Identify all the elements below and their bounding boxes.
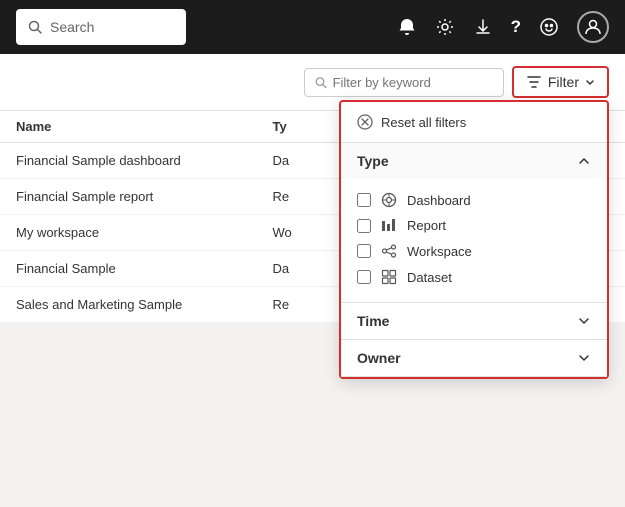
- report-checkbox[interactable]: [357, 219, 371, 233]
- search-box[interactable]: Search: [16, 9, 186, 45]
- filter-item-report[interactable]: Report: [357, 213, 591, 238]
- workspace-icon: [381, 243, 397, 259]
- row-name: Financial Sample report: [16, 189, 273, 204]
- row-name: Financial Sample dashboard: [16, 153, 273, 168]
- dashboard-checkbox[interactable]: [357, 193, 371, 207]
- dataset-checkbox[interactable]: [357, 270, 371, 284]
- keyword-input-field[interactable]: [333, 75, 493, 90]
- time-section-label: Time: [357, 313, 389, 329]
- type-chevron-up-icon: [577, 154, 591, 168]
- filter-item-dataset[interactable]: Dataset: [357, 264, 591, 290]
- smiley-icon[interactable]: [539, 17, 559, 37]
- dataset-label: Dataset: [407, 270, 452, 285]
- owner-section-label: Owner: [357, 350, 401, 366]
- filter-button-label: Filter: [548, 74, 579, 90]
- filter-panel: Reset all filters Type Dashboard: [339, 100, 609, 379]
- dashboard-label: Dashboard: [407, 193, 471, 208]
- reset-icon: [357, 114, 373, 130]
- workspace-label: Workspace: [407, 244, 472, 259]
- time-section-header[interactable]: Time: [341, 303, 607, 339]
- filter-section-time: Time: [341, 303, 607, 340]
- report-icon: [381, 219, 397, 233]
- workspace-checkbox[interactable]: [357, 244, 371, 258]
- filter-section-owner: Owner: [341, 340, 607, 377]
- filter-item-workspace[interactable]: Workspace: [357, 238, 591, 264]
- type-section-body: Dashboard Report: [341, 179, 607, 302]
- help-icon[interactable]: ?: [511, 17, 521, 37]
- row-name: My workspace: [16, 225, 273, 240]
- dashboard-icon: [381, 192, 397, 208]
- type-section-label: Type: [357, 153, 389, 169]
- avatar[interactable]: [577, 11, 609, 43]
- type-section-header[interactable]: Type: [341, 143, 607, 179]
- keyword-search-icon: [315, 76, 327, 89]
- search-icon: [28, 20, 42, 34]
- reset-filters-button[interactable]: Reset all filters: [341, 102, 607, 143]
- dataset-icon: [381, 269, 397, 285]
- row-name: Sales and Marketing Sample: [16, 297, 273, 312]
- topbar: Search ?: [0, 0, 625, 54]
- filter-button[interactable]: Filter: [512, 66, 609, 98]
- row-name: Financial Sample: [16, 261, 273, 276]
- filter-chevron-icon: [585, 77, 595, 87]
- search-text: Search: [50, 19, 94, 35]
- download-icon[interactable]: [473, 17, 493, 37]
- filter-section-type: Type Dashboard: [341, 143, 607, 303]
- owner-section-header[interactable]: Owner: [341, 340, 607, 376]
- report-label: Report: [407, 218, 446, 233]
- reset-label: Reset all filters: [381, 115, 466, 130]
- settings-icon[interactable]: [435, 17, 455, 37]
- keyword-filter-input[interactable]: [304, 68, 504, 97]
- owner-chevron-down-icon: [577, 351, 591, 365]
- col-name: Name: [16, 119, 273, 134]
- filter-item-dashboard[interactable]: Dashboard: [357, 187, 591, 213]
- time-chevron-down-icon: [577, 314, 591, 328]
- topbar-icons: ?: [397, 11, 609, 43]
- bell-icon[interactable]: [397, 17, 417, 37]
- filter-lines-icon: [526, 75, 542, 89]
